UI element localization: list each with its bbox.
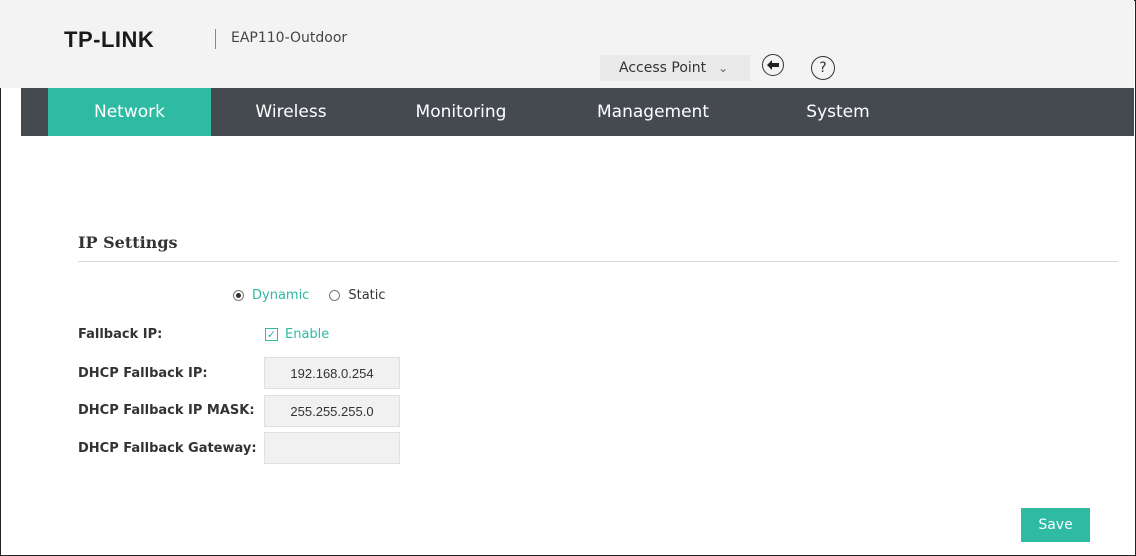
fallback-enable-label[interactable]: Enable xyxy=(285,327,329,342)
dhcp-fallback-ip-field[interactable] xyxy=(264,357,400,389)
device-model: EAP110-Outdoor xyxy=(231,30,348,46)
header-bar: TP-LINK EAP110-Outdoor Access Point ⌄ ? xyxy=(0,0,1134,88)
tab-management[interactable]: Management xyxy=(573,88,733,136)
mode-select-value: Access Point xyxy=(619,60,707,76)
dhcp-fallback-mask-label: DHCP Fallback IP MASK: xyxy=(78,403,255,418)
section-title: IP Settings xyxy=(78,233,178,252)
fallback-ip-label: Fallback IP: xyxy=(78,327,163,342)
dhcp-fallback-ip-label: DHCP Fallback IP: xyxy=(78,366,208,381)
radio-dynamic[interactable] xyxy=(233,290,244,301)
logout-icon[interactable] xyxy=(762,54,784,76)
brand-logo: TP-LINK xyxy=(64,27,155,52)
chevron-down-icon: ⌄ xyxy=(718,61,729,75)
dhcp-fallback-mask-field[interactable] xyxy=(264,395,400,427)
main-nav: Network Wireless Monitoring Management S… xyxy=(21,88,1134,136)
logo-divider xyxy=(215,29,216,49)
tab-wireless[interactable]: Wireless xyxy=(211,88,371,136)
fallback-enable-checkbox[interactable]: ✓ xyxy=(265,328,278,341)
save-button[interactable]: Save xyxy=(1021,508,1090,542)
radio-static[interactable] xyxy=(329,290,341,301)
tab-network[interactable]: Network xyxy=(48,88,211,136)
section-divider xyxy=(78,261,1118,262)
radio-static-label[interactable]: Static xyxy=(348,288,385,303)
mode-select[interactable]: Access Point ⌄ xyxy=(600,55,750,81)
radio-dynamic-label[interactable]: Dynamic xyxy=(252,288,309,303)
help-icon[interactable]: ? xyxy=(811,56,835,80)
tab-monitoring[interactable]: Monitoring xyxy=(381,88,541,136)
ip-mode-radio-group: Dynamic Static xyxy=(233,288,386,303)
tab-system[interactable]: System xyxy=(758,88,918,136)
dhcp-fallback-gateway-field[interactable] xyxy=(264,432,400,464)
dhcp-fallback-gateway-label: DHCP Fallback Gateway: xyxy=(78,441,257,456)
